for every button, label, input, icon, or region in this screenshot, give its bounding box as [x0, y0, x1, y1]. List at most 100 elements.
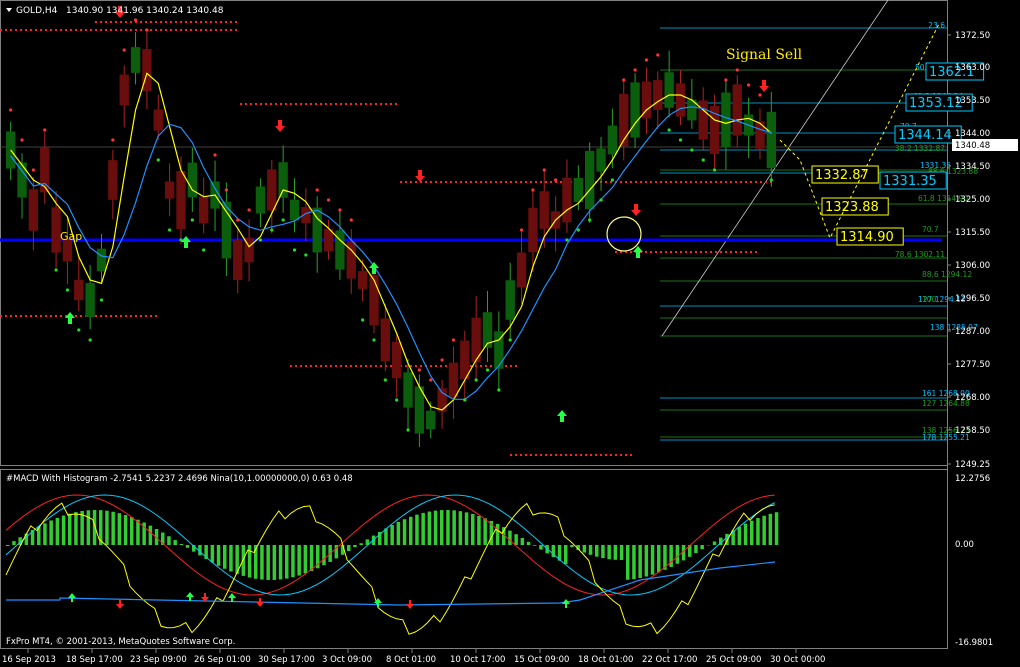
- buy-arrow-icon: [65, 312, 75, 324]
- macd-histogram-bar: [55, 517, 60, 545]
- boxed-price-text: 1323.88: [825, 200, 879, 215]
- candle-body: [74, 279, 84, 301]
- chart-canvas[interactable]: 23.650.0 1353.1261.8 1344.1470.738.2 133…: [0, 0, 1020, 667]
- boxed-price-text: 1331.35: [883, 174, 937, 189]
- candle-body: [653, 80, 663, 110]
- symbol-label: GOLD,H4: [16, 6, 58, 16]
- macd-histogram-bar: [533, 545, 537, 546]
- macd-histogram-bar: [514, 534, 518, 545]
- macd-histogram-bar: [68, 513, 72, 545]
- psar-dot: [54, 268, 58, 272]
- macd-histogram-bar: [520, 537, 525, 545]
- macd-histogram-bar: [396, 522, 401, 545]
- psar-dot: [565, 238, 569, 242]
- psar-dot: [417, 368, 421, 372]
- macd-histogram-bar: [384, 528, 388, 545]
- macd-histogram-bar: [433, 510, 438, 545]
- macd-histogram-bar: [421, 512, 425, 545]
- candle-body: [562, 177, 572, 223]
- price-tick-label: 1287.00: [955, 327, 990, 337]
- macd-histogram-bar: [260, 545, 264, 580]
- moving-averages: [10, 72, 772, 411]
- candlesticks: [6, 29, 776, 448]
- psar-dot: [622, 78, 626, 82]
- psar-dot: [667, 128, 671, 132]
- macd-histogram-bar: [638, 545, 642, 579]
- candle-body: [573, 177, 583, 203]
- macd-histogram-bar: [409, 516, 413, 545]
- macd-buy-arrow-icon: [228, 593, 236, 602]
- macd-histogram-bar: [167, 536, 171, 545]
- fib-level-label: 88.6 1294.12: [922, 270, 972, 279]
- psar-dot: [122, 48, 126, 52]
- buy-arrow-icon: [181, 236, 191, 248]
- macd-histogram-bar: [266, 545, 270, 580]
- signal-circle-marker: [606, 216, 642, 252]
- candle-body: [392, 341, 402, 379]
- macd-histogram-bar: [762, 515, 766, 545]
- candle-body: [505, 280, 515, 320]
- candle-body: [199, 196, 209, 224]
- price-tick-label: 1325.00: [955, 195, 990, 205]
- macd-histogram-bar: [632, 545, 636, 580]
- macd-histogram-bar: [464, 512, 469, 545]
- price-tick-label: 1277.50: [955, 360, 990, 370]
- psar-dot: [769, 178, 773, 182]
- macd-histogram-bar: [216, 545, 221, 566]
- macd-buy-arrow-icon: [186, 592, 194, 601]
- support-resistance-levels: [0, 21, 942, 456]
- fib-level-label: 23.6: [928, 21, 945, 30]
- macd-histogram-bar: [347, 545, 351, 551]
- psar-dot: [678, 138, 683, 142]
- macd-histogram-bar: [644, 545, 649, 577]
- macd-histogram-bar: [210, 545, 215, 563]
- dropdown-triangle-icon[interactable]: [6, 8, 12, 12]
- price-tick-label: 1334.50: [955, 162, 990, 172]
- price-tick-label: 1306.00: [955, 261, 990, 271]
- psar-dot: [519, 228, 524, 232]
- macd-histogram-bar: [322, 545, 326, 566]
- macd-histogram-bar: [303, 545, 308, 574]
- macd-histogram-bar: [495, 523, 500, 545]
- macd-histogram-bar: [427, 511, 432, 545]
- time-tick-label: 8 Oct 01:00: [386, 655, 436, 665]
- psar-dot: [485, 368, 490, 372]
- macd-histogram-bar: [613, 545, 618, 560]
- price-tick-label: 1353.50: [955, 96, 990, 106]
- candle-body: [380, 318, 390, 362]
- psar-dot: [202, 248, 206, 252]
- psar-dot: [474, 378, 478, 382]
- mt4-chart-window[interactable]: 23.650.0 1353.1261.8 1344.1470.738.2 133…: [0, 0, 1020, 667]
- candle-body: [619, 93, 629, 147]
- time-tick-label: 23 Sep 09:00: [130, 655, 187, 665]
- candle-body: [96, 248, 107, 272]
- psar-dot: [554, 178, 558, 182]
- fib-level-label: 100: [922, 295, 937, 304]
- time-tick-label: 15 Oct 09:00: [514, 655, 569, 665]
- macd-axis-max: 12.2756: [955, 474, 990, 484]
- candle-body: [255, 186, 266, 214]
- macd-histogram-bar: [390, 525, 394, 545]
- boxed-price-text: 1332.87: [815, 168, 869, 183]
- psar-dot: [395, 398, 399, 402]
- candle-body: [630, 82, 640, 138]
- fib-level-label: 38.2 1332.87: [895, 144, 945, 153]
- sell-arrow-icon: [275, 120, 285, 132]
- macd-histogram-bar: [74, 512, 78, 545]
- psar-dot: [77, 328, 81, 332]
- candle-body: [278, 162, 288, 198]
- candle-body: [585, 150, 595, 210]
- psar-dot: [133, 18, 138, 22]
- time-tick-label: 26 Sep 01:00: [194, 655, 251, 665]
- price-tick-label: 1344.00: [955, 129, 990, 139]
- macd-histogram-bar: [657, 545, 661, 573]
- psar-dot: [406, 428, 410, 432]
- macd-axis-min: -16.9801: [955, 638, 993, 648]
- psar-dot: [270, 228, 274, 232]
- macd-histogram-bar: [458, 511, 463, 545]
- macd-histogram-bar: [694, 545, 698, 554]
- candle-body: [698, 100, 708, 140]
- macd-histogram-bar: [601, 545, 605, 559]
- price-tick-label: 1363.00: [955, 63, 990, 73]
- buy-arrow-icon: [557, 410, 567, 422]
